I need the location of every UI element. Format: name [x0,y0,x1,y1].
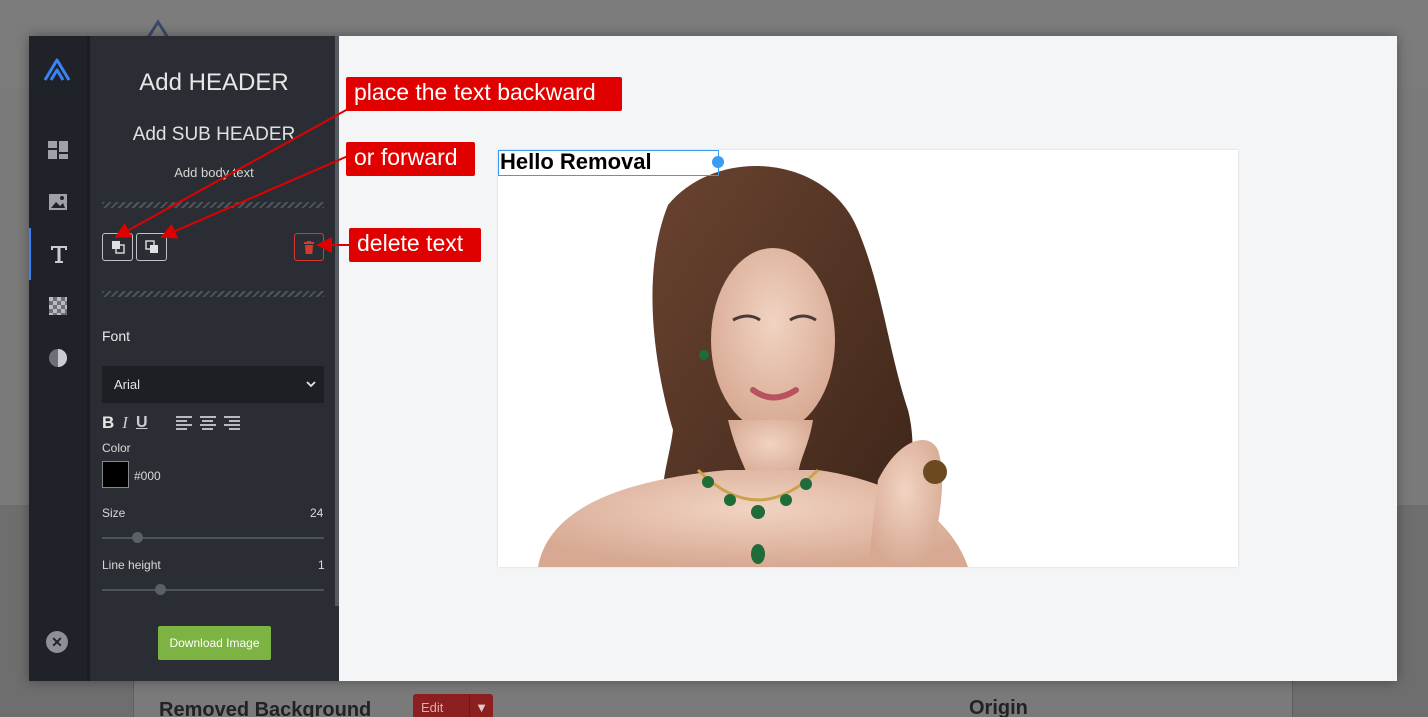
color-swatch[interactable] [102,461,129,488]
background-edit-label: Edit [421,699,444,715]
line-height-label: Line height [102,558,161,572]
background-icon [49,297,67,315]
chevron-down-icon [306,381,316,388]
line-height-slider[interactable] [102,584,324,595]
size-slider-thumb[interactable] [131,532,143,543]
bring-forward-button[interactable] [136,233,167,261]
font-family-select[interactable]: Arial [102,366,324,403]
annotation-send-backward: place the text backward [346,77,622,111]
size-label: Size [102,506,126,520]
portrait-photo [538,166,968,567]
background-origin-title: Origin [969,697,1028,717]
app-logo-icon [43,58,71,81]
bring-forward-icon [144,240,158,253]
divider [102,202,324,208]
send-backward-button[interactable] [102,233,133,261]
image-icon [49,194,67,210]
size-slider[interactable] [102,532,324,543]
background-edit-button: Edit ▼ [413,694,493,717]
editor-modal: ✕ Add HEADER Add SUB HEADER Add body tex… [29,36,1397,681]
text-settings-panel: Add HEADER Add SUB HEADER Add body text [87,36,339,681]
divider [102,291,324,297]
text-icon [51,246,67,263]
delete-text-button[interactable] [294,233,324,261]
font-label: Font [102,328,131,344]
sidebar-item-templates[interactable] [29,124,87,176]
align-right-icon[interactable] [223,416,240,430]
sidebar-item-adjust[interactable] [29,332,87,384]
sidebar-item-images[interactable] [29,176,87,228]
download-image-button[interactable]: Download Image [158,626,271,660]
panel-scrollbar[interactable] [335,36,339,606]
trash-icon [304,240,314,254]
add-header-button[interactable]: Add HEADER [90,69,338,97]
annotation-delete-text: delete text [349,228,481,262]
background-removed-title: Removed Background [159,699,372,717]
bold-icon[interactable]: B [102,413,114,433]
text-format-toolbar: B I U [102,413,240,433]
align-left-icon[interactable] [175,416,192,430]
canvas-text-element[interactable]: Hello Removal [498,150,719,176]
resize-handle[interactable] [712,156,724,168]
add-body-text-button[interactable]: Add body text [90,165,338,180]
caret-down-icon: ▼ [469,694,493,717]
size-value: 24 [310,506,324,520]
underline-icon[interactable]: U [136,414,148,432]
editor-icon-sidebar: ✕ [29,36,87,681]
color-label: Color [102,441,131,455]
italic-icon[interactable]: I [122,413,128,433]
close-icon[interactable]: ✕ [46,631,68,653]
send-backward-icon [111,241,125,254]
contrast-icon [49,349,67,367]
color-value: #000 [134,469,161,483]
sidebar-item-text[interactable] [29,228,87,280]
line-height-slider-thumb[interactable] [154,584,166,595]
font-family-value: Arial [114,377,141,392]
sidebar-item-background[interactable] [29,280,87,332]
line-height-value: 1 [318,558,325,572]
annotation-bring-forward: or forward [346,142,475,176]
align-center-icon[interactable] [199,416,216,430]
add-sub-header-button[interactable]: Add SUB HEADER [90,124,338,146]
templates-icon [48,141,68,159]
design-canvas[interactable]: Hello Removal [498,150,1238,567]
